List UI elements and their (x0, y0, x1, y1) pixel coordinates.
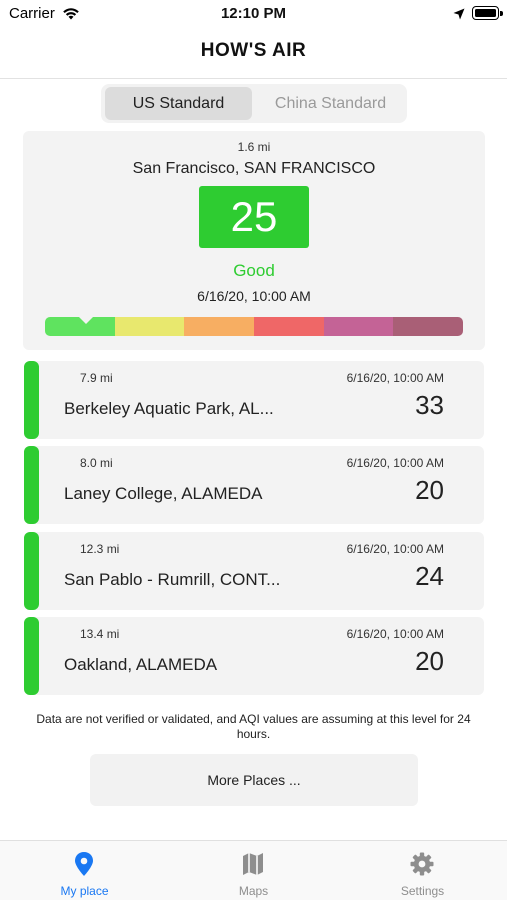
aqi-level-bar (24, 446, 39, 524)
station-row[interactable]: 13.4 mi 6/16/20, 10:00 AM Oakland, ALAME… (24, 617, 484, 695)
station-row[interactable]: 8.0 mi 6/16/20, 10:00 AM Laney College, … (24, 446, 484, 524)
nav-divider (0, 78, 507, 79)
map-icon (241, 851, 265, 877)
aqi-scale-segment (254, 317, 324, 336)
station-aqi-value: 33 (415, 390, 444, 420)
aqi-level-bar (24, 617, 39, 695)
map-pin-icon (72, 851, 96, 877)
station-name: Oakland, ALAMEDA (64, 655, 218, 674)
page-title: HOW'S AIR (200, 40, 307, 61)
tab-settings[interactable]: Settings (338, 841, 507, 900)
tab-label: Settings (400, 884, 445, 898)
station-timestamp: 6/16/20, 10:00 AM (346, 456, 444, 470)
station-timestamp: 6/16/20, 10:00 AM (346, 542, 444, 556)
station-aqi-value: 20 (415, 646, 444, 676)
status-bar: Carrier 12:10 PM (0, 0, 507, 28)
station-timestamp: 6/16/20, 10:00 AM (346, 627, 444, 641)
station-distance: 8.0 mi (80, 456, 113, 470)
more-places-button[interactable]: More Places ... (90, 754, 418, 806)
station-aqi-value: 20 (415, 475, 444, 505)
aqi-scale-segment (184, 317, 255, 336)
station-distance: 12.3 mi (80, 542, 120, 556)
tab-bar: My place Maps Settings (0, 840, 507, 900)
station-distance: 7.9 mi (80, 371, 113, 385)
standard-segmented-control: US Standard China Standard (101, 84, 407, 123)
aqi-level-bar (24, 532, 39, 610)
segment-china-standard[interactable]: China Standard (257, 87, 404, 120)
station-aqi-value: 24 (415, 561, 444, 591)
aqi-scale-segment (114, 317, 185, 336)
aqi-scale-segment (323, 317, 394, 336)
location-arrow-icon (453, 7, 465, 25)
gear-icon (410, 851, 434, 877)
station-row[interactable]: 7.9 mi 6/16/20, 10:00 AM Berkeley Aquati… (24, 361, 484, 439)
current-aqi-level: Good (233, 261, 275, 280)
station-timestamp: 6/16/20, 10:00 AM (346, 371, 444, 385)
current-location-card[interactable]: 1.6 mi San Francisco, SAN FRANCISCO 25 G… (23, 131, 485, 350)
status-time: 12:10 PM (220, 5, 287, 22)
tab-my-place[interactable]: My place (0, 841, 169, 900)
station-row[interactable]: 12.3 mi 6/16/20, 10:00 AM San Pablo - Ru… (24, 532, 484, 610)
segment-us-standard[interactable]: US Standard (105, 87, 252, 120)
battery-icon (472, 6, 503, 20)
aqi-scale-segment (393, 317, 463, 336)
station-distance: 13.4 mi (80, 627, 120, 641)
current-aqi-value: 25 (199, 186, 309, 248)
data-disclaimer: Data are not verified or validated, and … (36, 712, 471, 741)
station-name: Berkeley Aquatic Park, AL... (64, 399, 274, 418)
tab-label: Maps (238, 884, 269, 898)
current-location-name: San Francisco, SAN FRANCISCO (132, 160, 376, 177)
tab-label: My place (60, 884, 109, 898)
tab-maps[interactable]: Maps (169, 841, 338, 900)
aqi-color-scale (45, 317, 463, 336)
station-name: San Pablo - Rumrill, CONT... (64, 570, 281, 589)
aqi-scale-pointer (79, 317, 93, 324)
current-distance: 1.6 mi (237, 140, 271, 154)
aqi-level-bar (24, 361, 39, 439)
station-name: Laney College, ALAMEDA (64, 484, 263, 503)
current-timestamp: 6/16/20, 10:00 AM (197, 288, 311, 304)
